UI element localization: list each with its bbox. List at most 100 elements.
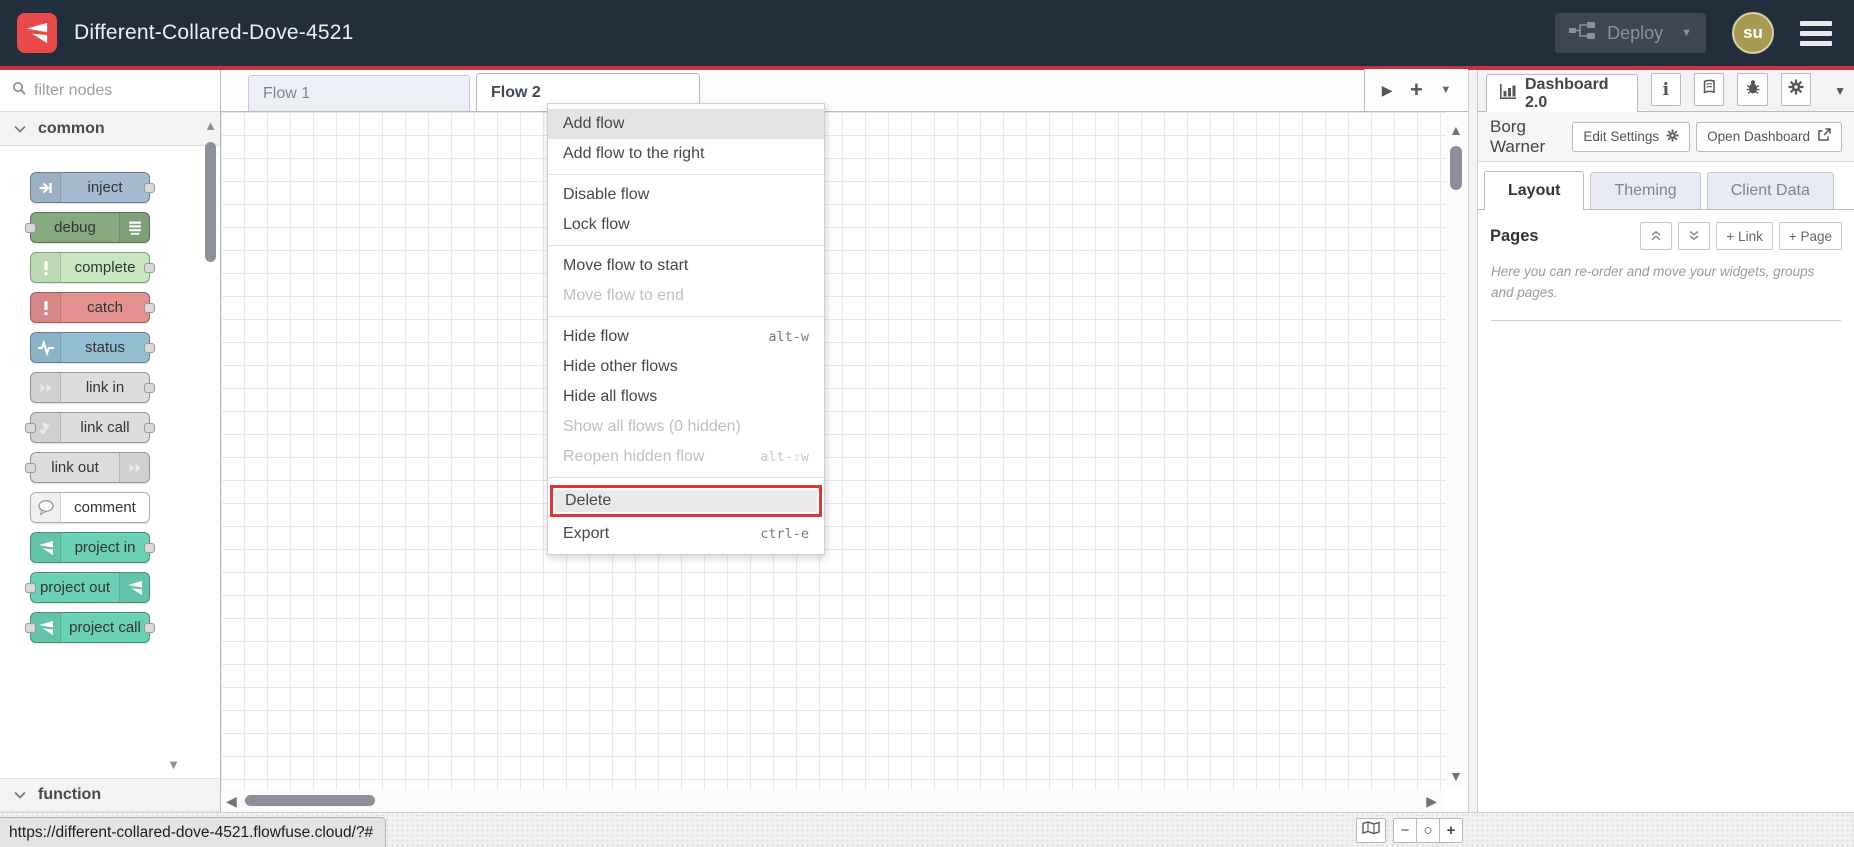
palette-node-label: link call (80, 419, 130, 436)
vertical-scrollbar-thumb[interactable] (1450, 146, 1462, 190)
tab-flow-1[interactable]: Flow 1 (248, 75, 470, 111)
palette-category-common[interactable]: common (0, 112, 220, 146)
node-port-left[interactable] (25, 462, 36, 473)
menu-item-delete[interactable]: Delete (550, 485, 822, 517)
sidebar-tabrow: Dashboard 2.0 i ▼ (1478, 70, 1854, 112)
palette-node-status[interactable]: status (30, 332, 155, 363)
scroll-down-icon[interactable]: ▼ (1449, 768, 1463, 784)
node-port-right[interactable] (144, 262, 155, 273)
context-menu-section: Add flow Add flow to the right (548, 104, 824, 174)
palette-category-function[interactable]: function (0, 778, 220, 812)
open-dashboard-button[interactable]: Open Dashboard (1696, 121, 1842, 152)
menu-item-export[interactable]: Export ctrl-e (548, 519, 824, 549)
bug-icon (1745, 79, 1761, 100)
info-tab-button[interactable]: i (1650, 73, 1682, 106)
add-link-button[interactable]: + Link (1716, 222, 1773, 250)
node-port-right[interactable] (144, 422, 155, 433)
palette-node-comment[interactable]: comment (30, 492, 150, 523)
menu-item-add-flow[interactable]: Add flow (548, 109, 824, 139)
node-port-left[interactable] (25, 222, 36, 233)
canvas-vertical-scrollbar[interactable]: ▲ ▼ (1445, 112, 1468, 790)
canvas-horizontal-scrollbar[interactable]: ◀ ▶ (221, 790, 1445, 812)
tab-list-caret-icon[interactable]: ▼ (1440, 84, 1451, 96)
debug-tab-button[interactable] (1737, 73, 1768, 106)
palette-node-project-call[interactable]: project call (25, 612, 155, 643)
palette-node-link-out[interactable]: link out (25, 452, 150, 483)
config-tab-button[interactable] (1780, 73, 1812, 106)
deploy-button[interactable]: Deploy ▼ (1555, 13, 1706, 53)
palette-node-complete[interactable]: complete (30, 252, 155, 283)
navigator-button[interactable] (1356, 818, 1386, 843)
palette-filter-input[interactable] (34, 81, 184, 100)
ff-logo-icon (31, 533, 61, 562)
menu-item-shortcut: ctrl-e (760, 526, 809, 542)
move-up-button[interactable] (1640, 222, 1673, 250)
canvas-zoom-controls: − ○ + (1356, 818, 1463, 843)
menu-item-hide-other-flows[interactable]: Hide other flows (548, 352, 824, 382)
zoom-in-button[interactable]: + (1439, 818, 1463, 843)
add-page-button[interactable]: + Page (1778, 222, 1842, 250)
browser-status-url: https://different-collared-dove-4521.flo… (0, 817, 387, 847)
menu-item-hide-flow[interactable]: Hide flow alt-w (548, 322, 824, 352)
menu-item-move-flow-to-start[interactable]: Move flow to start (548, 251, 824, 281)
palette-node-link-call[interactable]: link call (25, 412, 155, 443)
node-port-left[interactable] (25, 582, 36, 593)
node-port-right[interactable] (144, 542, 155, 553)
menu-item-add-flow-to-the-right[interactable]: Add flow to the right (548, 139, 824, 169)
menu-item-hide-all-flows[interactable]: Hide all flows (548, 382, 824, 412)
palette-scroll-up-icon[interactable]: ▲ (204, 118, 217, 133)
flow-canvas[interactable] (221, 112, 1445, 790)
palette-scrollbar-thumb[interactable] (205, 142, 216, 262)
palette-node-catch[interactable]: catch (30, 292, 155, 323)
workspace: Flow 1 Flow 2 ▶ + ▼ ▲ ▼ ◀ ▶ (221, 69, 1468, 812)
deploy-caret-icon[interactable]: ▼ (1681, 27, 1692, 39)
palette-node-label: status (84, 339, 126, 356)
zoom-out-button[interactable]: − (1393, 818, 1417, 843)
menu-item-disable-flow[interactable]: Disable flow (548, 180, 824, 210)
subtab-theming[interactable]: Theming (1590, 172, 1701, 209)
sidebar-menu-caret-icon[interactable]: ▼ (1834, 84, 1846, 98)
subtab-layout[interactable]: Layout (1484, 171, 1585, 210)
node-port-right[interactable] (144, 622, 155, 633)
main-menu-icon[interactable] (1800, 20, 1832, 46)
add-flow-button[interactable]: + (1410, 79, 1423, 101)
node-port-right[interactable] (144, 302, 155, 313)
subtab-client-data[interactable]: Client Data (1706, 172, 1834, 209)
scroll-left-icon[interactable]: ◀ (226, 793, 237, 810)
node-port-right[interactable] (144, 342, 155, 353)
menu-item-lock-flow[interactable]: Lock flow (548, 210, 824, 240)
dashboard-instance-row: Borg Warner Edit Settings Open Dashboard (1478, 112, 1854, 162)
tab-scroll-right-icon[interactable]: ▶ (1382, 82, 1393, 99)
scroll-right-icon[interactable]: ▶ (1426, 793, 1437, 810)
node-port-left[interactable] (25, 622, 36, 633)
user-avatar[interactable]: su (1732, 12, 1774, 54)
help-tab-button[interactable] (1694, 73, 1725, 106)
tab-dashboard-2[interactable]: Dashboard 2.0 (1486, 74, 1638, 112)
context-menu-section: Hide flow alt-w Hide other flows Hide all f… (548, 316, 824, 477)
ff-logo-icon (119, 573, 149, 602)
palette-node-project-out[interactable]: project out (25, 572, 150, 603)
book-icon (1701, 79, 1717, 100)
palette-node-link-in[interactable]: link in (30, 372, 155, 403)
edit-settings-button[interactable]: Edit Settings (1572, 121, 1691, 152)
zoom-reset-button[interactable]: ○ (1416, 818, 1440, 843)
node-port-right[interactable] (144, 382, 155, 393)
chevron-double-up-icon (1650, 229, 1662, 244)
palette-node-label: inject (87, 179, 123, 196)
palette-node-inject[interactable]: inject (30, 172, 155, 203)
deploy-icon (1569, 21, 1596, 45)
menu-item-label: Export (563, 525, 610, 542)
horizontal-scrollbar-thumb[interactable] (245, 795, 375, 806)
sidebar-resizer[interactable] (1468, 70, 1478, 847)
palette-node-debug[interactable]: debug (25, 212, 150, 243)
node-port-left[interactable] (25, 422, 36, 433)
pulse-icon (31, 333, 61, 362)
node-port-right[interactable] (144, 182, 155, 193)
node-palette: common inject debug complete catch status lin… (0, 70, 221, 812)
map-icon (1362, 821, 1380, 840)
palette-scroll-down-icon[interactable]: ▼ (167, 757, 180, 772)
palette-node-project-in[interactable]: project in (30, 532, 155, 563)
move-down-button[interactable] (1678, 222, 1711, 250)
scroll-up-icon[interactable]: ▲ (1449, 122, 1463, 138)
bar-chart-icon (1500, 83, 1517, 104)
